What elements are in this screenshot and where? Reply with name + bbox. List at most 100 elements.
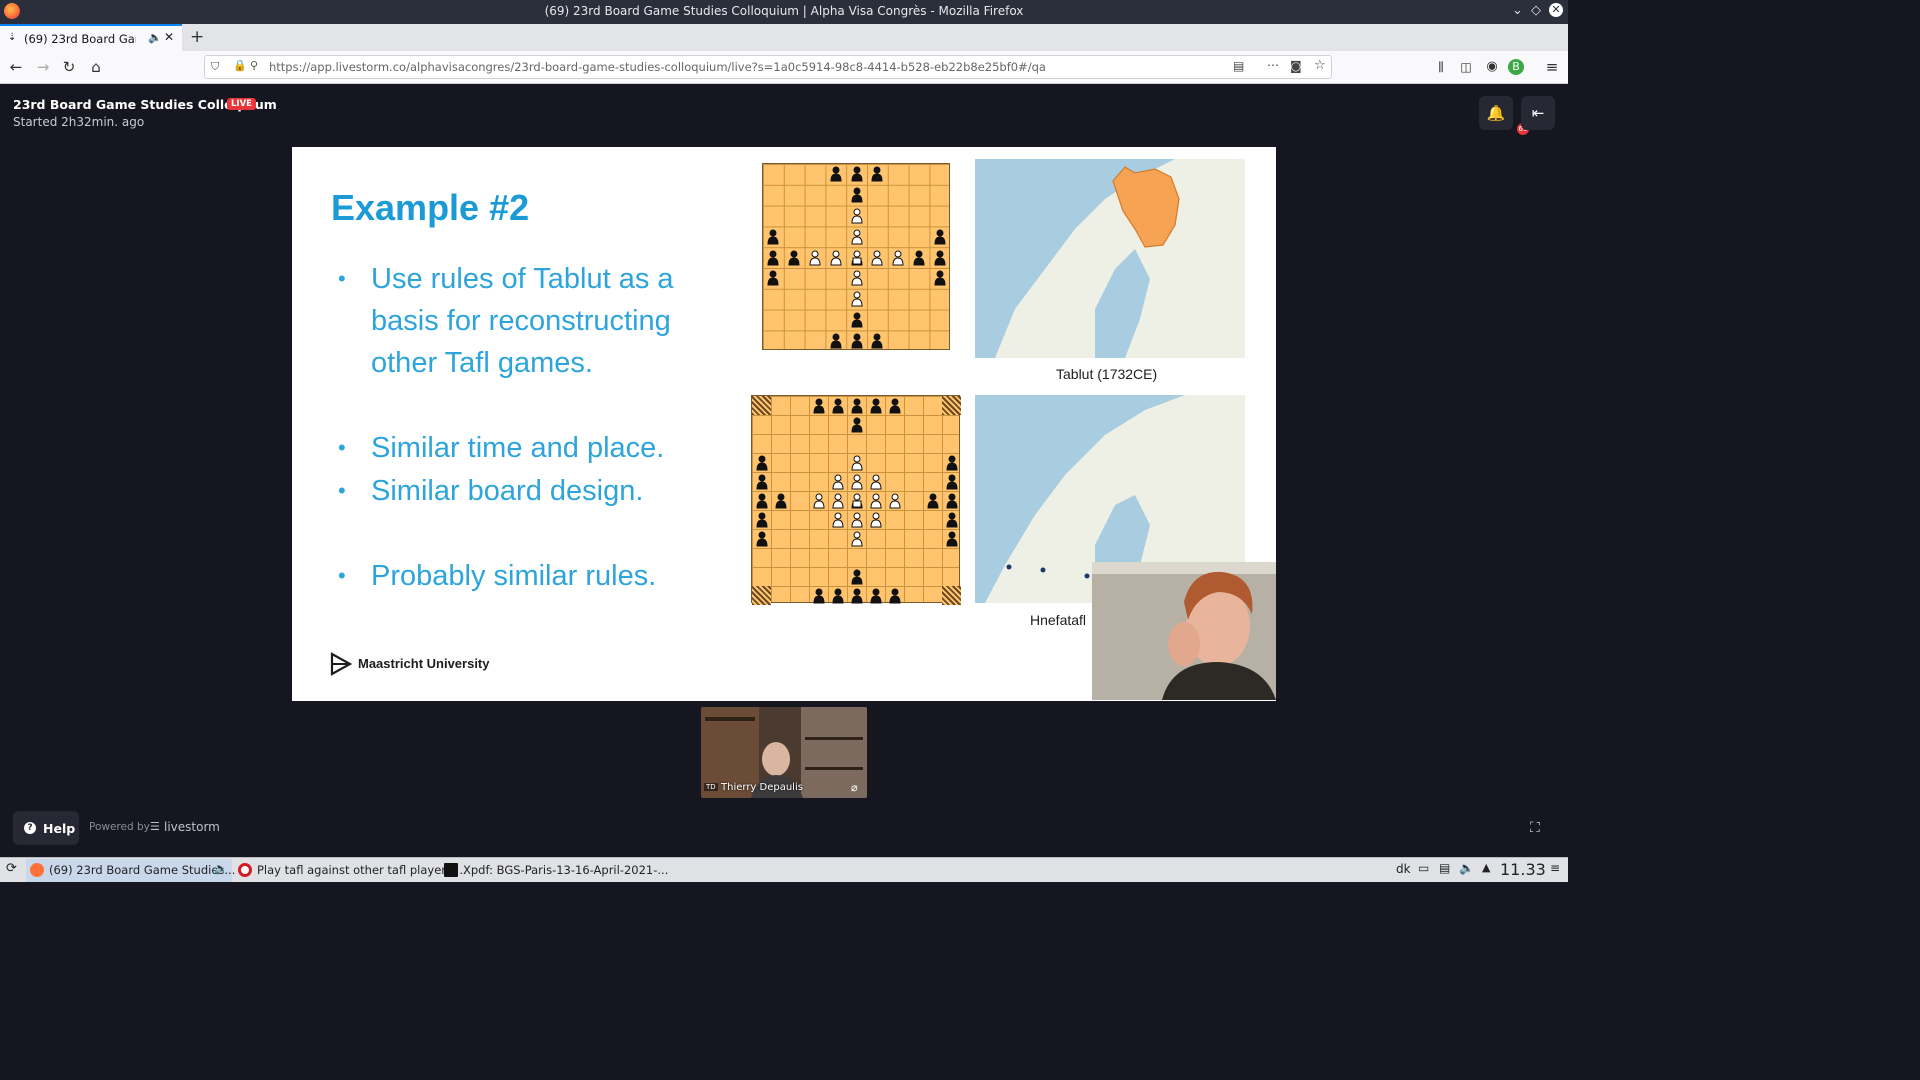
home-icon[interactable]: ⌂	[86, 57, 106, 77]
participant-video[interactable]: TD Thierry Depaulis ⌀	[701, 707, 867, 798]
close-window-icon[interactable]: ✕	[1549, 3, 1563, 17]
black-piece	[850, 588, 864, 604]
task-xpdf[interactable]: Xpdf: BGS-Paris-13-16-April-2021-...	[440, 859, 668, 882]
black-piece	[755, 455, 769, 471]
tablut-board	[762, 163, 950, 350]
black-piece	[812, 588, 826, 604]
maastricht-university-logo-icon	[330, 652, 352, 676]
maximize-icon[interactable]: ◇	[1531, 3, 1541, 18]
volume-icon[interactable]: 🔈	[1459, 861, 1474, 875]
caption-hnefatafl: Hnefatafl	[1030, 612, 1087, 628]
black-piece	[926, 493, 940, 509]
extension-icon[interactable]: B	[1508, 59, 1524, 75]
bullet-line: Similar time and place.	[371, 432, 665, 464]
black-piece	[850, 312, 864, 328]
leave-button[interactable]: ⇤	[1521, 96, 1555, 130]
black-piece	[945, 512, 959, 528]
account-icon[interactable]: ◉	[1482, 57, 1502, 77]
reload-icon[interactable]: ↻	[59, 57, 79, 77]
pocket-icon[interactable]: ◙	[1290, 59, 1302, 73]
bullet-dot: •	[338, 435, 346, 460]
task-label: Xpdf: BGS-Paris-13-16-April-2021-...	[463, 863, 669, 877]
close-tab-icon[interactable]: ✕	[164, 30, 174, 44]
map-tablut	[975, 159, 1245, 358]
black-piece	[933, 270, 947, 286]
started-time: Started 2h32min. ago	[13, 115, 145, 129]
livestorm-brand[interactable]: livestorm	[164, 820, 220, 834]
task-firefox[interactable]: (69) 23rd Board Game Studies... 🔈	[26, 859, 236, 882]
black-piece	[850, 569, 864, 585]
lock-icon[interactable]: 🔒	[233, 59, 247, 72]
tray-expand-icon[interactable]: ▲	[1482, 861, 1490, 874]
king-piece	[850, 493, 864, 509]
presenter-video[interactable]	[1092, 562, 1276, 700]
bookmark-star-icon[interactable]: ☆	[1314, 58, 1326, 73]
hnefatafl-board	[751, 395, 961, 605]
os-taskbar: ⟳ (69) 23rd Board Game Studies... 🔈 Play…	[0, 857, 1568, 882]
corner-square	[752, 586, 771, 605]
window-title: (69) 23rd Board Game Studies Colloquium …	[544, 4, 1024, 18]
powered-by-label: Powered by	[89, 821, 150, 833]
university-name: Maastricht University	[358, 656, 490, 671]
caption-tablut: Tablut (1732CE)	[1056, 366, 1158, 382]
tab-list-icon[interactable]: ⇣	[8, 32, 16, 43]
black-piece	[933, 250, 947, 266]
bullet-dot: •	[338, 478, 346, 503]
sidebar-icon[interactable]: ◫	[1456, 57, 1476, 77]
show-desktop-icon[interactable]: ≡	[1550, 861, 1560, 875]
window-titlebar: (69) 23rd Board Game Studies Colloquium …	[0, 0, 1568, 24]
library-icon[interactable]: ⫼	[1431, 57, 1451, 77]
permissions-icon[interactable]: ⚲	[250, 59, 258, 72]
minimize-icon[interactable]: ⌄	[1512, 3, 1523, 18]
clock: 11.33	[1500, 860, 1546, 879]
white-piece	[829, 250, 843, 266]
help-button[interactable]: ? Help	[13, 811, 79, 845]
corner-square	[942, 396, 961, 415]
white-piece	[888, 493, 902, 509]
fullscreen-icon[interactable]: ⛶	[1530, 820, 1540, 836]
keyboard-layout[interactable]: dk	[1396, 862, 1411, 876]
help-label: Help	[43, 821, 76, 836]
clipboard-icon[interactable]: ▤	[1439, 861, 1450, 875]
bullet-dot: •	[338, 266, 346, 291]
task-label: (69) 23rd Board Game Studies...	[49, 863, 236, 877]
bell-icon: 🔔	[1486, 104, 1506, 122]
app-launcher-icon[interactable]: ⟳	[6, 861, 17, 876]
shield-icon[interactable]: ⛉	[211, 60, 219, 74]
livestorm-logo-icon: ☰	[150, 820, 160, 833]
white-piece	[850, 270, 864, 286]
black-piece	[912, 250, 926, 266]
display-icon[interactable]: ▭	[1418, 861, 1429, 875]
page-actions-icon[interactable]: ⋯	[1267, 58, 1279, 72]
bullet-line: basis for reconstructing	[371, 305, 671, 337]
tab-strip: ⇣ (69) 23rd Board Game S 🔈 ✕ +	[0, 24, 1568, 51]
white-piece	[831, 512, 845, 528]
bullet-line: other Tafl games.	[371, 347, 593, 379]
black-piece	[829, 333, 843, 349]
king-piece	[850, 250, 864, 266]
white-piece	[850, 208, 864, 224]
forward-icon[interactable]: →	[33, 57, 53, 77]
speaker-icon[interactable]: 🔈	[148, 31, 162, 44]
white-piece	[850, 229, 864, 245]
black-piece	[870, 166, 884, 182]
black-piece	[850, 187, 864, 203]
black-piece	[766, 229, 780, 245]
black-piece	[774, 493, 788, 509]
task-opera[interactable]: Play tafl against other tafl players ...	[234, 859, 467, 882]
black-piece	[888, 588, 902, 604]
back-icon[interactable]: ←	[6, 57, 26, 77]
tab-livestorm[interactable]: ⇣ (69) 23rd Board Game S 🔈 ✕	[0, 24, 182, 51]
menu-icon[interactable]: ≡	[1542, 57, 1562, 77]
black-piece	[850, 398, 864, 414]
url-text[interactable]: https://app.livestorm.co/alphavisacongre…	[269, 60, 1046, 74]
reader-view-icon[interactable]: ▤	[1233, 59, 1244, 73]
url-bar[interactable]: ⛉ 🔒 ⚲ https://app.livestorm.co/alphavisa…	[204, 55, 1332, 79]
task-label: Play tafl against other tafl players ...	[257, 863, 467, 877]
black-piece	[945, 474, 959, 490]
corner-square	[942, 586, 961, 605]
notifications-button[interactable]: 🔔	[1479, 96, 1513, 130]
new-tab-icon[interactable]: +	[190, 27, 204, 47]
bullet-line: Probably similar rules.	[371, 560, 657, 592]
audio-playing-icon: 🔈	[214, 862, 228, 875]
